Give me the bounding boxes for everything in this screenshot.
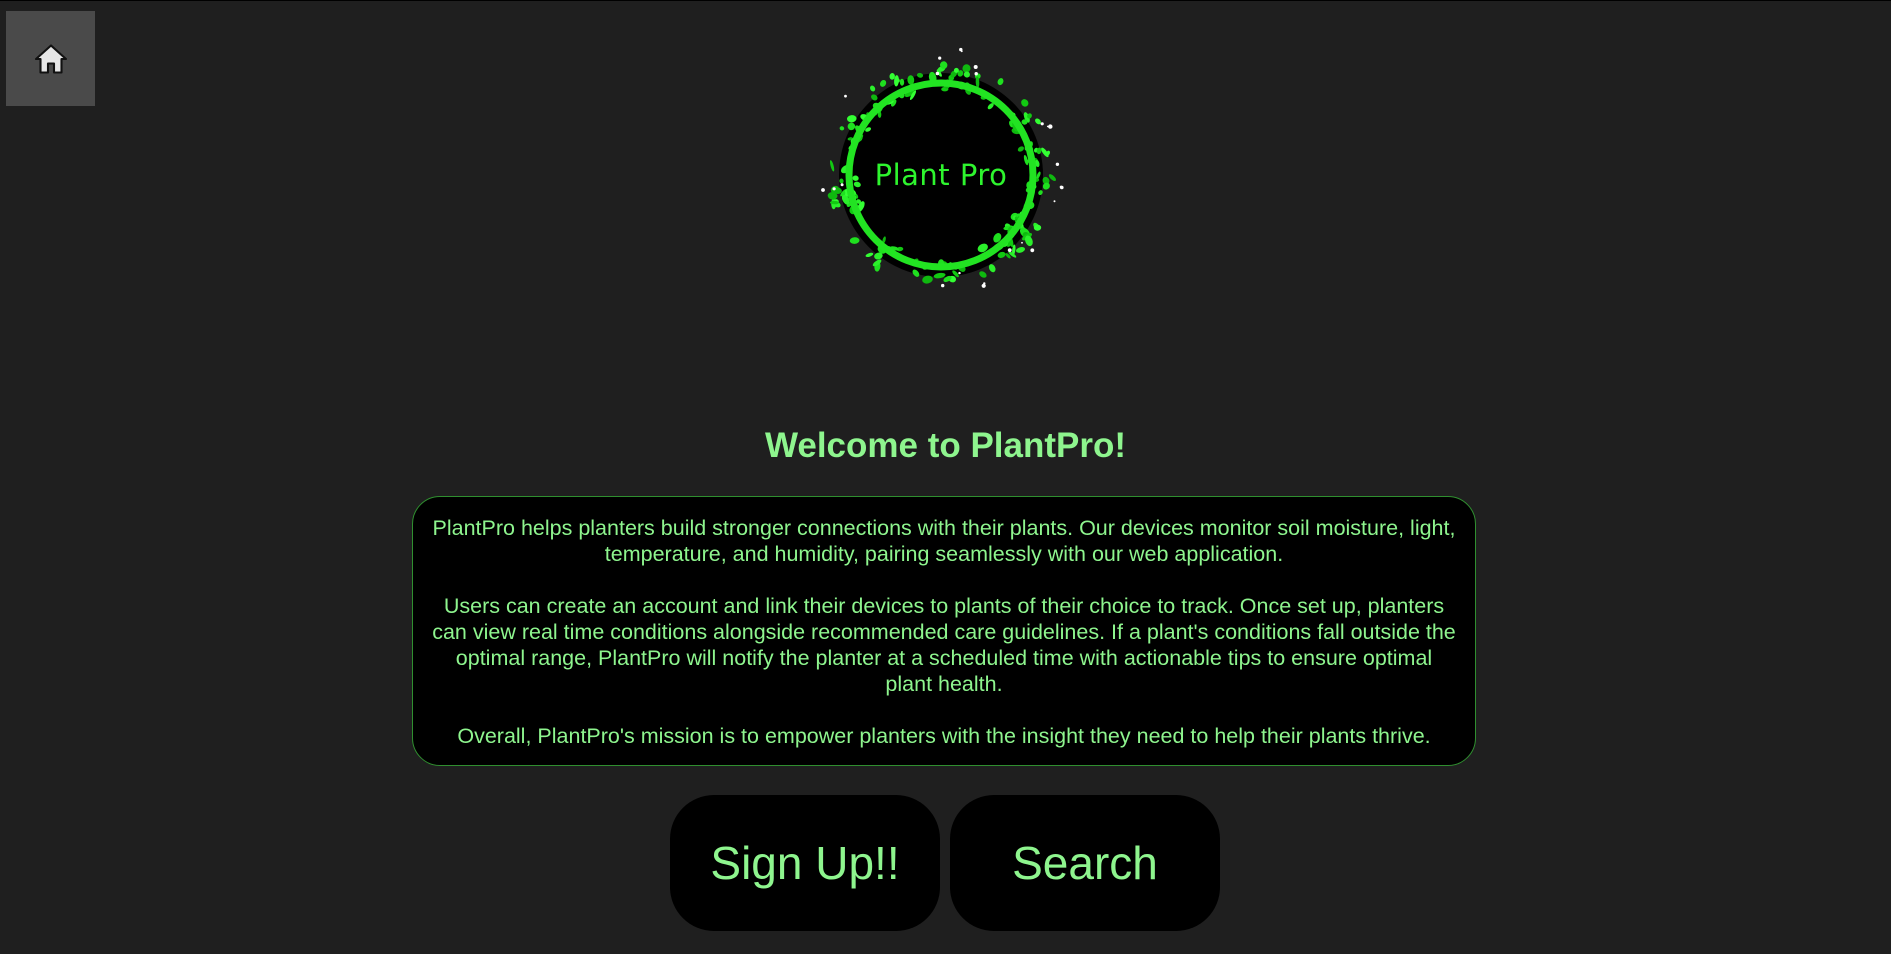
search-button[interactable]: Search <box>950 795 1220 931</box>
about-paragraph-3: Overall, PlantPro's mission is to empowe… <box>457 724 1431 748</box>
about-box: PlantPro helps planters build stronger c… <box>412 496 1476 766</box>
about-paragraph-1: PlantPro helps planters build stronger c… <box>432 516 1456 566</box>
home-button[interactable] <box>6 11 95 106</box>
plantpro-logo: Plant Pro <box>808 46 1074 304</box>
page: Plant Pro Welcome to PlantPro! PlantPro … <box>0 0 1891 954</box>
about-paragraph-2: Users can create an account and link the… <box>432 594 1456 696</box>
home-icon <box>34 43 67 74</box>
sign-up-button[interactable]: Sign Up!! <box>670 795 940 931</box>
action-buttons: Sign Up!! Search <box>670 795 1220 931</box>
welcome-title: Welcome to PlantPro! <box>764 426 1127 465</box>
logo-text: Plant Pro <box>874 158 1008 192</box>
